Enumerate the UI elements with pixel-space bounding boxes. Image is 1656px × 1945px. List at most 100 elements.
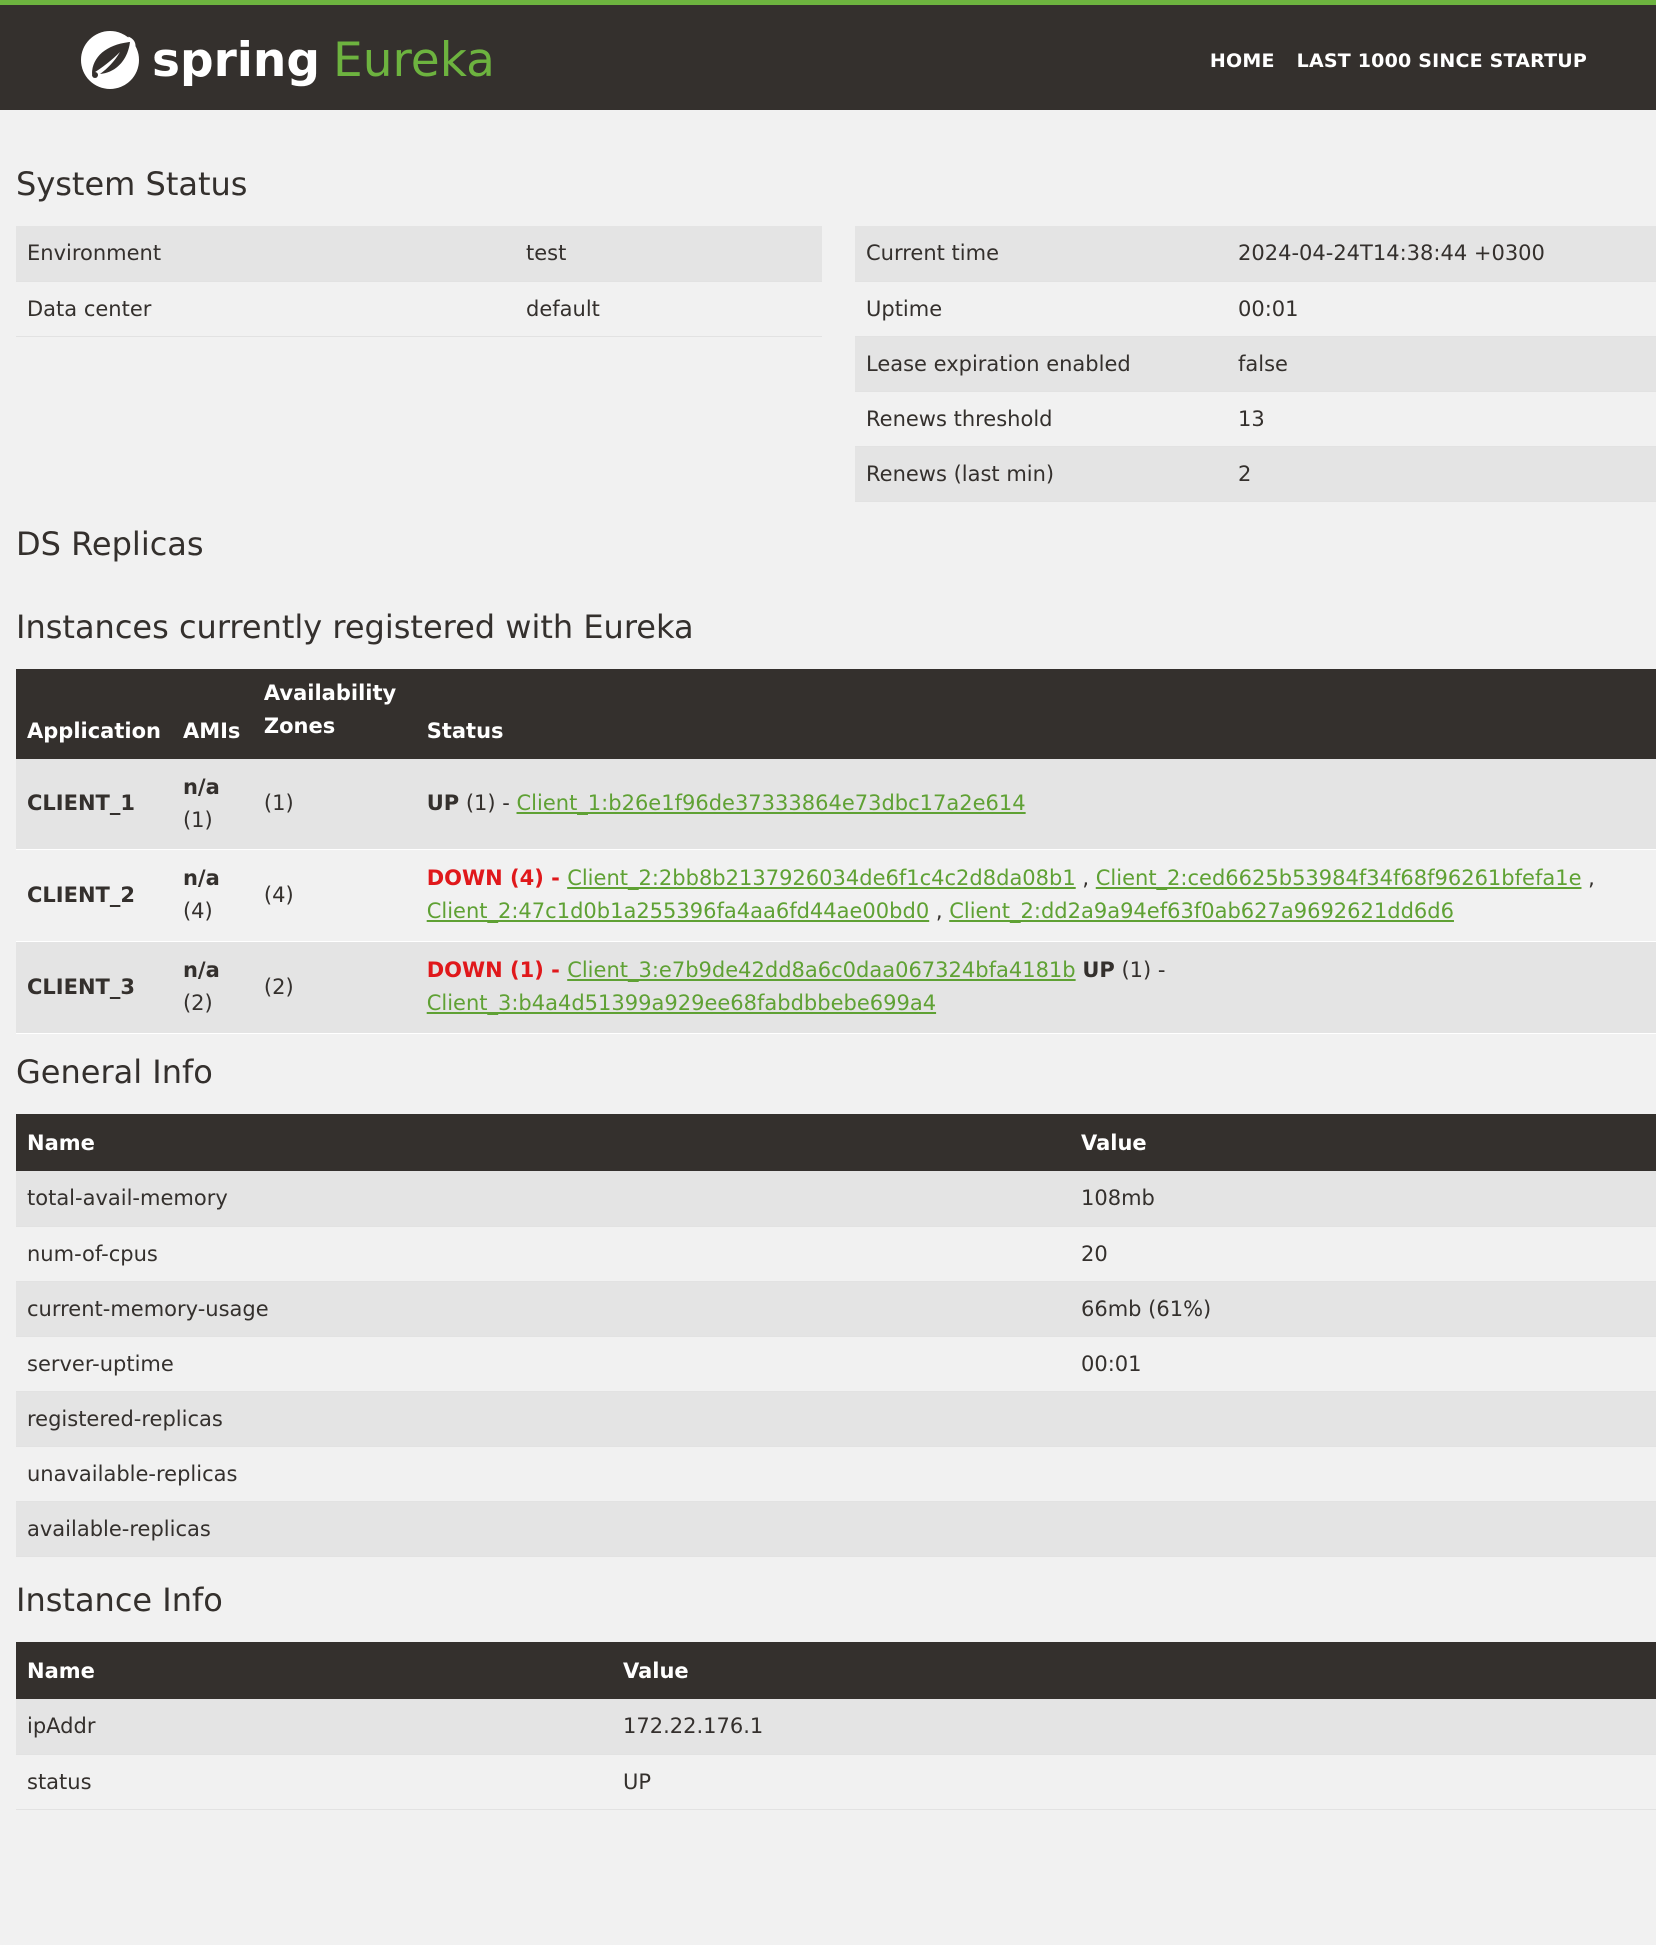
instance-link[interactable]: Client_3:b4a4d51399a929ee68fabdbbebe699a… (427, 991, 936, 1015)
amis-value: n/a (182, 958, 220, 982)
system-status-right-table: Current time 2024-04-24T14:38:44 +0300 U… (855, 226, 1656, 502)
info-value: 20 (1081, 1241, 1108, 1266)
table-row: unavailable-replicas (16, 1446, 1656, 1501)
table-row: Renews threshold 13 (855, 391, 1656, 446)
brand-eureka-text: Eureka (333, 32, 495, 88)
status-label: Lease expiration enabled (866, 351, 1131, 376)
spring-leaf-icon (81, 31, 139, 89)
info-value (1070, 1391, 1656, 1446)
table-header-row: Application AMIs Availability Zones Stat… (16, 669, 1656, 759)
status-value: 2024-04-24T14:38:44 +0300 (1238, 241, 1545, 266)
info-value: UP (623, 1769, 652, 1794)
info-name: registered-replicas (27, 1406, 223, 1431)
table-row: Environment test (16, 226, 822, 281)
status-up-label: UP (426, 791, 460, 816)
instance-link[interactable]: Client_2:2bb8b2137926034de6f1c4c2d8da08b… (567, 866, 1076, 890)
info-name: status (27, 1769, 92, 1794)
status-value: 2 (1238, 461, 1252, 486)
brand-logo[interactable]: spring Eureka (78, 27, 495, 93)
nav-last-1000-link[interactable]: LAST 1000 SINCE STARTUP (1297, 50, 1587, 72)
info-name: ipAddr (27, 1714, 96, 1739)
nav-home-link[interactable]: HOME (1210, 50, 1275, 72)
application-name: CLIENT_2 (27, 882, 135, 907)
info-value (1070, 1501, 1656, 1556)
table-row: Current time 2024-04-24T14:38:44 +0300 (855, 226, 1656, 281)
zones-cell: (4) (263, 882, 294, 907)
zones-cell: (1) (263, 791, 294, 816)
amis-count: (1) (182, 807, 213, 832)
status-value: 00:01 (1238, 296, 1299, 321)
status-up-label: UP (1082, 958, 1115, 982)
table-row: Lease expiration enabled false (855, 336, 1656, 391)
amis-count: (4) (182, 899, 213, 923)
instance-link[interactable]: Client_1:b26e1f96de37333864e73dbc17a2e61… (517, 791, 1026, 815)
table-row: total-avail-memory 108mb (16, 1171, 1656, 1226)
table-row: CLIENT_1 n/a (1) (1) UP (1) - Client_1:b2… (16, 759, 1656, 849)
info-value: 66mb (61%) (1081, 1296, 1212, 1321)
info-name: unavailable-replicas (27, 1461, 238, 1486)
table-row: ipAddr 172.22.176.1 (16, 1699, 1656, 1754)
column-header: Availability Zones (263, 681, 397, 738)
status-down-label: DOWN (4) - (426, 866, 568, 890)
status-value: false (1238, 351, 1288, 376)
application-name: CLIENT_3 (27, 974, 135, 999)
instance-info-title: Instance Info (16, 1581, 223, 1619)
info-value: 00:01 (1081, 1351, 1142, 1376)
instance-link[interactable]: Client_2:ced6625b53984f34f68f96261bfefa1… (1096, 866, 1582, 890)
instance-link[interactable]: Client_2:47c1d0b1a255396fa4aa6fd44ae00bd… (427, 899, 929, 923)
status-value: 13 (1238, 406, 1265, 431)
status-cell: DOWN (4) - Client_2:2bb8b2137926034de6f1… (416, 849, 1656, 941)
navbar: spring Eureka HOME LAST 1000 SINCE START… (0, 5, 1656, 110)
amis-count: (2) (182, 991, 213, 1015)
brand-spring-text: spring (152, 32, 321, 88)
amis-value: n/a (182, 866, 220, 890)
system-status-title: System Status (16, 165, 248, 203)
zones-cell: (2) (263, 974, 294, 999)
link-separator: , (929, 899, 950, 923)
application-name: CLIENT_1 (27, 791, 135, 816)
system-status-left-table: Environment test Data center default (16, 226, 822, 337)
table-row: status UP (16, 1754, 1656, 1809)
table-row: registered-replicas (16, 1391, 1656, 1446)
info-name: num-of-cpus (27, 1241, 158, 1266)
status-label: Current time (866, 241, 999, 266)
table-row: available-replicas (16, 1501, 1656, 1556)
table-row: Data center default (16, 281, 822, 336)
table-header-row: Name Value (16, 1114, 1656, 1171)
column-header: Name (27, 1130, 95, 1155)
column-header: Application (27, 719, 161, 743)
info-name: server-uptime (27, 1351, 174, 1376)
table-row: server-uptime 00:01 (16, 1336, 1656, 1391)
table-row: Uptime 00:01 (855, 281, 1656, 336)
table-row: current-memory-usage 66mb (61%) (16, 1281, 1656, 1336)
column-header: Value (1081, 1130, 1147, 1155)
status-up-count: (1) - (459, 791, 517, 816)
status-cell: DOWN (1) - Client_3:e7b9de42dd8a6c0daa06… (416, 941, 1656, 1033)
info-name: available-replicas (27, 1516, 211, 1541)
status-label: Renews (last min) (866, 461, 1055, 486)
status-label: Environment (27, 241, 162, 266)
table-row: CLIENT_3 n/a (2) (2) DOWN (1) - Client_3:… (16, 941, 1656, 1033)
info-value (1070, 1446, 1656, 1501)
status-value: default (526, 296, 600, 321)
amis-cell: n/a (4) (172, 849, 253, 941)
info-name: total-avail-memory (27, 1186, 228, 1211)
instance-link[interactable]: Client_2:dd2a9a94ef63f0ab627a9692621dd6d… (949, 899, 1454, 923)
status-down-label: DOWN (1) - (426, 958, 568, 982)
general-info-title: General Info (16, 1053, 213, 1091)
info-name: current-memory-usage (27, 1296, 269, 1321)
link-separator: , (1581, 866, 1595, 890)
instance-link[interactable]: Client_3:e7b9de42dd8a6c0daa067324bfa4181… (567, 958, 1075, 982)
table-header-row: Name Value (16, 1642, 1656, 1699)
instance-info-table: Name Value ipAddr 172.22.176.1 status UP (16, 1642, 1656, 1810)
column-header: Name (27, 1658, 95, 1683)
nav-links: HOME LAST 1000 SINCE STARTUP (1210, 50, 1587, 72)
info-value: 172.22.176.1 (623, 1714, 764, 1739)
column-header: AMIs (182, 719, 241, 743)
link-separator: , (1075, 866, 1096, 890)
info-value: 108mb (1081, 1186, 1155, 1211)
amis-value: n/a (182, 774, 220, 799)
column-header: Value (623, 1658, 689, 1683)
table-row: CLIENT_2 n/a (4) (4) DOWN (4) - Client_2:… (16, 849, 1656, 941)
amis-cell: n/a (2) (172, 941, 253, 1033)
